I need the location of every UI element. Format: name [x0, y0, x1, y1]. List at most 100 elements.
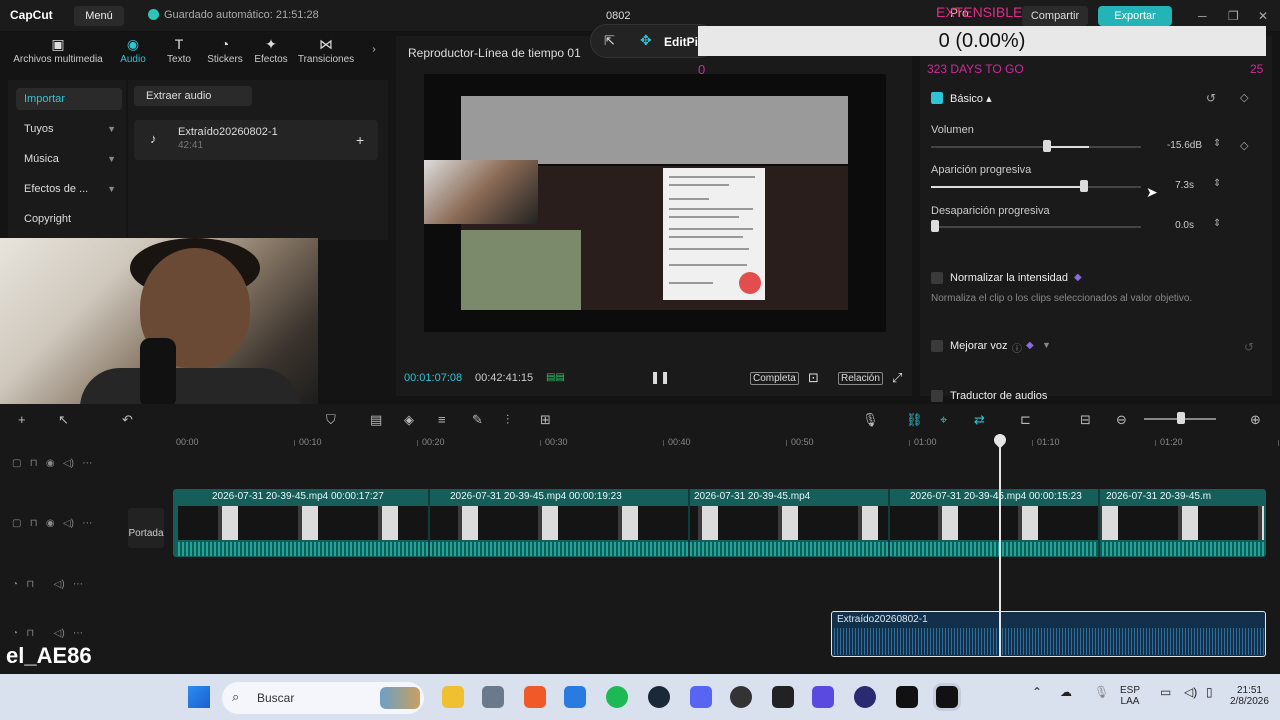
fadeout-value[interactable]: 0.0s [1154, 220, 1194, 231]
zoom-out-icon[interactable]: ⊖ [1116, 412, 1127, 428]
select-tool-icon[interactable]: ↖ [58, 412, 69, 428]
stepper-icon[interactable]: ⇕ [1213, 178, 1221, 189]
brave-icon[interactable] [524, 686, 546, 708]
share-button[interactable]: Compartir [1022, 6, 1088, 26]
tab-effects[interactable]: ✦ Efectos [248, 34, 294, 65]
menu-button[interactable]: Menú [74, 6, 124, 26]
microphone-tray-icon[interactable]: 🎙 [1094, 685, 1109, 699]
sidebar-item-yours[interactable]: Tuyos ▼ [16, 118, 122, 140]
tab-text[interactable]: T Texto [156, 34, 202, 65]
sidebar-item-music[interactable]: Música ▼ [16, 148, 122, 170]
export-button[interactable]: Exportar [1098, 6, 1172, 26]
sidebar-item-sound-effects[interactable]: Efectos de ... ▼ [16, 178, 122, 200]
spotify-icon[interactable] [606, 686, 628, 708]
maximize-icon[interactable]: ❐ [1228, 9, 1239, 23]
volume-value[interactable]: -15.6dB [1162, 140, 1202, 151]
enhance-voice-checkbox[interactable] [931, 340, 943, 355]
close-icon[interactable]: ✕ [1258, 9, 1268, 23]
store-icon[interactable] [564, 686, 586, 708]
pause-icon[interactable]: ❚❚ [650, 370, 670, 384]
shield-icon[interactable]: ⛉ [326, 412, 336, 428]
clip-boundary[interactable] [688, 489, 690, 557]
obs-icon[interactable] [730, 686, 752, 708]
freeze-icon[interactable]: ▤ [370, 412, 382, 428]
fit-full-button[interactable]: Completa [750, 372, 799, 385]
stepper-icon[interactable]: ⇕ [1213, 218, 1221, 229]
project-title[interactable]: 0802 [606, 10, 630, 22]
fadein-slider-handle[interactable] [1080, 180, 1089, 192]
chevron-right-icon[interactable]: › [366, 44, 382, 55]
move-icon[interactable]: ✥ [640, 32, 652, 49]
keyframe-icon[interactable]: ◇ [1240, 139, 1248, 152]
settings-icon[interactable] [482, 686, 504, 708]
keyframe-icon[interactable]: ◇ [1240, 91, 1248, 104]
tab-transitions[interactable]: ⋈ Transiciones [294, 34, 358, 65]
zoom-in-icon[interactable]: ⊕ [1250, 412, 1261, 428]
split-view-icon[interactable]: ⊏ [1020, 412, 1031, 428]
tab-stickers[interactable]: ◔ Stickers [202, 34, 248, 65]
marker-icon[interactable]: ◈ [404, 412, 414, 428]
cloud-icon[interactable]: ☁ [1060, 685, 1072, 699]
tab-media[interactable]: ▣ Archivos multimedia [6, 34, 110, 65]
extract-audio-button[interactable]: Extraer audio [134, 86, 252, 106]
sidebar-item-copyright[interactable]: Copyright [16, 208, 122, 230]
minimize-icon[interactable]: ─ [1198, 9, 1207, 23]
battery-icon[interactable]: ▯ [1206, 685, 1213, 699]
snap-icon[interactable]: ⌖ [940, 412, 947, 428]
fadeout-slider-handle[interactable] [931, 220, 939, 232]
screenshot-icon[interactable]: ⊡ [808, 370, 819, 386]
section-basic[interactable]: Básico ▴ [950, 92, 992, 105]
add-to-timeline-icon[interactable]: + [356, 132, 364, 148]
clip-boundary[interactable] [888, 489, 890, 557]
add-icon[interactable]: + [18, 412, 26, 427]
clock[interactable]: 21:51 2/8/2026 [1230, 685, 1269, 707]
playhead[interactable] [999, 436, 1001, 656]
link-icon[interactable]: ⛓ [906, 412, 923, 428]
fadein-value[interactable]: 7.3s [1154, 180, 1194, 191]
cover-button[interactable]: Portada [128, 508, 164, 548]
microphone-icon[interactable]: 🎙 [862, 412, 879, 428]
track-controls-audio-2[interactable]: ◔ ⊓ ◁) ⋯ [12, 628, 83, 639]
normalize-checkbox[interactable] [931, 272, 943, 287]
epic-games-icon[interactable] [772, 686, 794, 708]
sidebar-item-import[interactable]: Importar [16, 88, 122, 110]
magic-icon[interactable]: ✎ [472, 412, 483, 428]
link-clips-icon[interactable]: ⇄ [974, 412, 985, 428]
tab-audio[interactable]: ◉ Audio [110, 34, 156, 65]
file-explorer-icon[interactable] [442, 686, 464, 708]
clip-boundary[interactable] [428, 489, 430, 557]
ratio-button[interactable]: Relación [838, 372, 883, 385]
fullscreen-icon[interactable]: ⤢ [892, 370, 902, 386]
app-icon[interactable] [854, 686, 876, 708]
split-audio-icon[interactable]: ⫶ [506, 412, 509, 428]
track-controls-audio-1[interactable]: ◔ ⊓ ◁) ⋯ [12, 579, 83, 590]
network-icon[interactable]: ▭ [1160, 685, 1171, 699]
capcut-active-icon[interactable] [936, 686, 958, 708]
info-icon[interactable]: ⓘ [1012, 340, 1022, 355]
volume-slider-handle[interactable] [1043, 140, 1052, 152]
discord-icon[interactable] [690, 686, 712, 708]
windows-start-icon[interactable] [188, 686, 210, 708]
chevron-down-icon[interactable]: ▼ [1042, 340, 1051, 350]
language-indicator[interactable]: ESP LAA [1120, 685, 1140, 707]
reset-icon[interactable]: ↺ [1206, 91, 1216, 105]
apps-grid-icon[interactable] [812, 686, 834, 708]
reset-icon[interactable]: ↺ [1244, 340, 1254, 354]
track-controls-1[interactable]: ▢ ⊓ ◉ ◁) ⋯ [12, 458, 92, 469]
zoom-slider-handle[interactable] [1177, 412, 1185, 424]
track-controls-main[interactable]: ▢ ⊓ ◉ ◁) ⋯ [12, 518, 92, 529]
adjust-icon[interactable]: ≡ [438, 412, 446, 427]
stepper-icon[interactable]: ⇕ [1213, 138, 1221, 149]
volume-slider[interactable] [931, 146, 1141, 148]
preview-axis-icon[interactable]: ⊟ [1080, 412, 1091, 428]
clip-boundary[interactable] [1098, 489, 1100, 557]
crop-icon[interactable]: ⊞ [540, 412, 551, 428]
chevron-up-icon[interactable]: ⌃ [1032, 685, 1042, 699]
translate-checkbox[interactable] [931, 390, 943, 405]
steam-icon[interactable] [648, 686, 670, 708]
volume-icon[interactable]: ◁) [1184, 685, 1197, 699]
select-icon[interactable]: ⇱ [604, 33, 615, 49]
undo-icon[interactable]: ↶ [122, 412, 133, 428]
capcut-icon[interactable] [896, 686, 918, 708]
fadeout-slider[interactable] [931, 226, 1141, 228]
